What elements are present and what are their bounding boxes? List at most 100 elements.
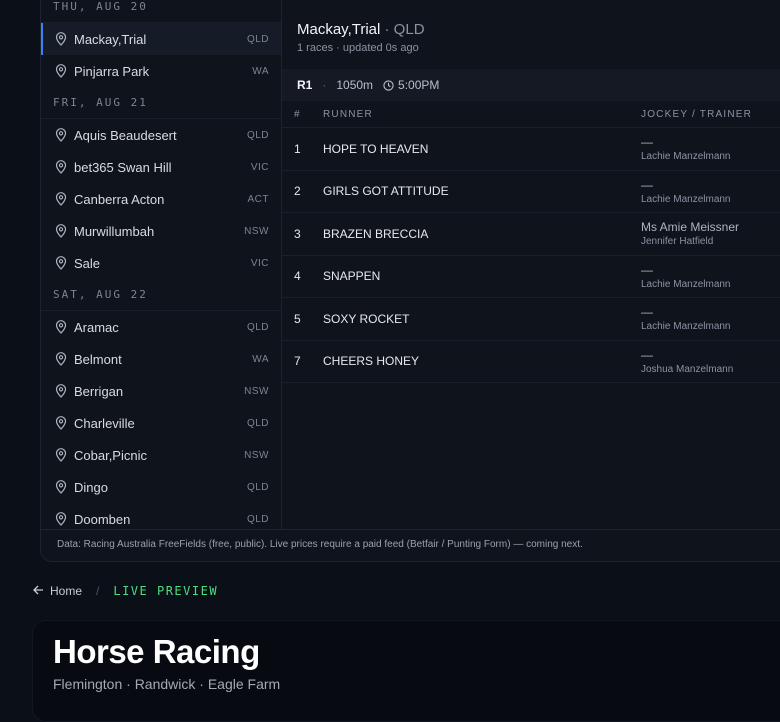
table-row[interactable]: 1 HOPE TO HEAVEN — Lachie Manzelmann — [282, 128, 780, 171]
table-row[interactable]: 2 GIRLS GOT ATTITUDE — Lachie Manzelmann — [282, 171, 780, 213]
sidebar-item-venue[interactable]: bet365 Swan Hill VIC — [41, 151, 281, 183]
venue-name: Canberra Acton — [74, 191, 165, 207]
sidebar-item-venue[interactable]: Pinjarra Park WA — [41, 55, 281, 87]
sidebar-item-venue[interactable]: Dingo QLD — [41, 471, 281, 503]
venue-state: NSW — [244, 385, 269, 397]
sidebar-item-venue[interactable]: Aquis Beaudesert QLD — [41, 119, 281, 151]
arrow-left-icon[interactable] — [33, 584, 44, 598]
race-number: R1 — [297, 78, 313, 92]
race-tab[interactable]: R1 · 1050m 5:00PM — [282, 69, 780, 101]
meeting-detail: Mackay,Trial · QLD 1 races · updated 0s … — [282, 0, 780, 529]
runner-name: BRAZEN BRECCIA — [323, 226, 429, 241]
venue-state: QLD — [246, 129, 269, 141]
venue-name: Belmont — [74, 351, 122, 367]
jockey-trainer: — Lachie Manzelmann — [641, 135, 731, 162]
table-row[interactable]: 5 SOXY ROCKET — Lachie Manzelmann — [282, 298, 780, 341]
day-header: THU, AUG 20 — [41, 0, 281, 23]
meeting-header: Mackay,Trial · QLD 1 races · updated 0s … — [282, 0, 780, 69]
venue-state: WA — [252, 353, 269, 365]
header-jockey-trainer: JOCKEY / TRAINER — [641, 108, 753, 120]
trainer-name: Lachie Manzelmann — [641, 321, 731, 333]
day-header: FRI, AUG 21 — [41, 87, 281, 119]
venue-state: ACT — [247, 193, 269, 205]
breadcrumb: Home / LIVE PREVIEW — [33, 584, 218, 598]
jockey-trainer: Ms Amie Meissner Jennifer Hatfield — [641, 220, 739, 247]
sidebar-item-venue[interactable]: Canberra Acton ACT — [41, 183, 281, 215]
venue-name: bet365 Swan Hill — [74, 159, 172, 175]
map-pin-icon — [55, 480, 67, 494]
home-link[interactable]: Home — [50, 584, 82, 598]
jockey-name: — — [641, 347, 653, 362]
sidebar-item-venue[interactable]: Murwillumbah NSW — [41, 215, 281, 247]
trainer-name: Lachie Manzelmann — [641, 193, 731, 205]
venue-state: NSW — [244, 225, 269, 237]
venue-state: QLD — [246, 321, 269, 333]
header-number: # — [294, 108, 301, 120]
venue-name: Doomben — [74, 511, 131, 527]
meeting-name: Mackay,Trial — [297, 21, 381, 38]
jockey-name: — — [641, 177, 653, 192]
runner-number: 4 — [294, 269, 301, 284]
page-title: Horse Racing — [53, 633, 260, 670]
map-pin-icon — [55, 256, 67, 270]
jockey-trainer: — Lachie Manzelmann — [641, 263, 731, 290]
map-pin-icon — [55, 384, 67, 398]
separator-dot: · — [322, 78, 327, 92]
venue-name: Mackay,Trial — [74, 31, 147, 47]
sidebar-item-venue[interactable]: Aramac QLD — [41, 311, 281, 343]
map-pin-icon — [55, 128, 67, 142]
sidebar-item-venue[interactable]: Sale VIC — [41, 247, 281, 279]
runner-number: 2 — [294, 184, 301, 199]
meeting-state: · QLD — [384, 21, 425, 38]
map-pin-icon — [55, 224, 67, 238]
sidebar-item-venue[interactable]: Berrigan NSW — [41, 375, 281, 407]
venue-name: Cobar,Picnic — [74, 447, 147, 463]
meeting-subtitle: 1 races · updated 0s ago — [297, 42, 419, 54]
sidebar-item-venue[interactable]: Doomben QLD — [41, 503, 281, 529]
data-source-note: Data: Racing Australia FreeFields (free,… — [41, 529, 780, 561]
runner-name: CHEERS HONEY — [323, 354, 420, 369]
venue-state: NSW — [244, 449, 269, 461]
trainer-name: Lachie Manzelmann — [641, 151, 731, 163]
runner-number: 1 — [294, 141, 301, 156]
race-time: 5:00PM — [398, 78, 440, 92]
venue-name: Murwillumbah — [74, 223, 155, 239]
day-header: SAT, AUG 22 — [41, 279, 281, 311]
map-pin-icon — [55, 32, 67, 46]
runner-table-body: 1 HOPE TO HEAVEN — Lachie Manzelmann 2 GIRLS … — [282, 128, 780, 383]
sidebar-item-venue[interactable]: Cobar,Picnic NSW — [41, 439, 281, 471]
hero-card: Horse Racing Flemington · Randwick · Eag… — [32, 620, 780, 722]
runner-number: 3 — [294, 226, 301, 241]
clock-icon — [383, 79, 394, 91]
map-pin-icon — [55, 192, 67, 206]
runner-number: 7 — [294, 354, 301, 369]
table-row[interactable]: 7 CHEERS HONEY — Joshua Manzelmann — [282, 341, 780, 383]
venue-state: VIC — [250, 161, 269, 173]
runner-number: 5 — [294, 311, 301, 326]
venue-name: Charleville — [74, 415, 135, 431]
trainer-name: Jennifer Hatfield — [641, 236, 714, 248]
header-runner: RUNNER — [323, 108, 373, 120]
venue-state: QLD — [246, 33, 269, 45]
venue-name: Dingo — [74, 479, 108, 495]
sidebar-item-venue[interactable]: Belmont WA — [41, 343, 281, 375]
table-row[interactable]: 3 BRAZEN BRECCIA Ms Amie Meissner Jennifer … — [282, 213, 780, 256]
race-distance: 1050m — [336, 78, 374, 92]
jockey-trainer: — Lachie Manzelmann — [641, 305, 731, 332]
jockey-trainer: — Joshua Manzelmann — [641, 348, 733, 375]
venue-state: QLD — [246, 481, 269, 493]
map-pin-icon — [55, 320, 67, 334]
venue-state: QLD — [246, 417, 269, 429]
trainer-name: Lachie Manzelmann — [641, 278, 731, 290]
live-preview-label: LIVE PREVIEW — [113, 584, 219, 598]
sidebar-item-venue[interactable]: Mackay,Trial QLD — [41, 23, 281, 55]
page-subtitle: Flemington · Randwick · Eagle Farm — [53, 676, 281, 692]
trainer-name: Joshua Manzelmann — [641, 363, 734, 375]
map-pin-icon — [55, 352, 67, 366]
sidebar-item-venue[interactable]: Charleville QLD — [41, 407, 281, 439]
venue-name: Aquis Beaudesert — [74, 127, 177, 143]
venue-state: VIC — [250, 257, 269, 269]
table-row[interactable]: 4 SNAPPEN — Lachie Manzelmann — [282, 256, 780, 298]
jockey-name: Ms Amie Meissner — [641, 220, 740, 235]
venue-sidebar[interactable]: THU, AUG 20 Mackay,Trial QLD Pinjarra Park W… — [41, 0, 282, 529]
